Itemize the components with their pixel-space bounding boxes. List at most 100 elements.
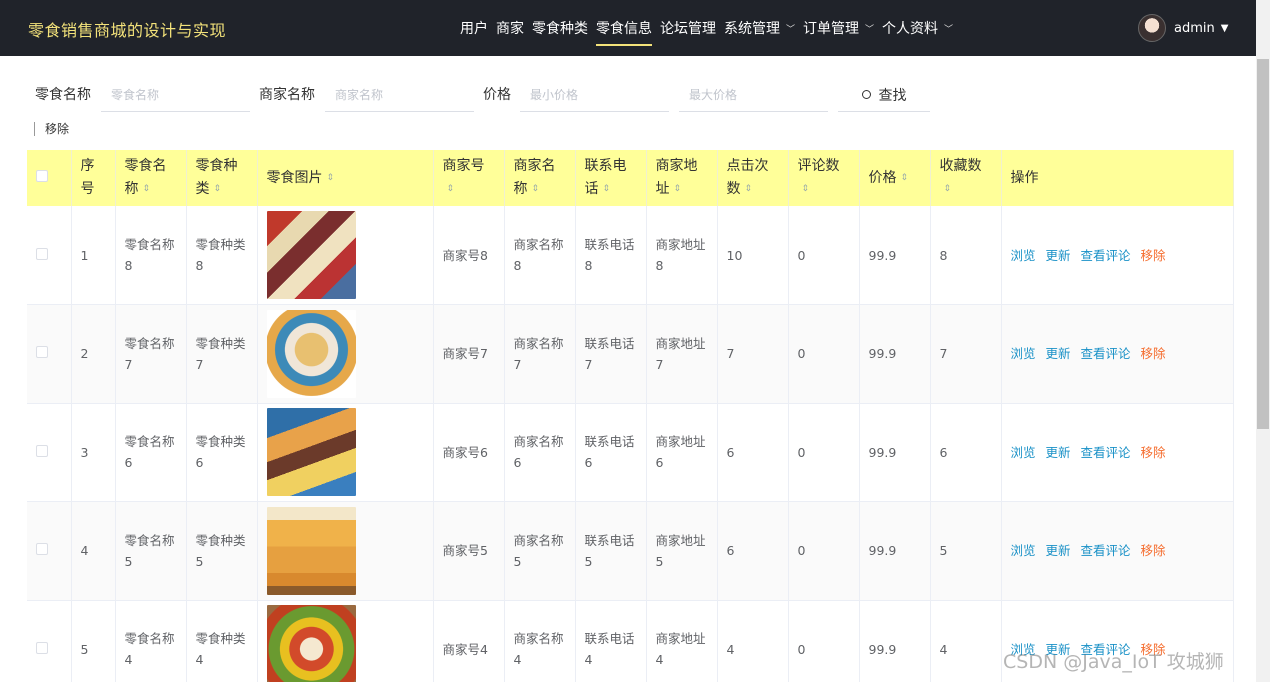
- top-navbar: 零食销售商城的设计与实现 用户 商家 零食种类 零食信息 论坛管理 系统管理 ﹀ …: [0, 0, 1256, 56]
- sort-icon[interactable]: ⇕: [745, 185, 753, 194]
- col-label: 评论数: [797, 158, 840, 174]
- nav-snack-types[interactable]: 零食种类: [528, 0, 592, 56]
- sort-icon[interactable]: ⇕: [532, 185, 540, 194]
- cell-snack-type: 零食种类7: [186, 304, 258, 404]
- update-button[interactable]: 更新: [1046, 543, 1071, 558]
- row-checkbox[interactable]: [36, 346, 48, 359]
- cell-index: 5: [71, 600, 116, 682]
- cell-snack-image: [257, 501, 434, 601]
- merchant-name-input[interactable]: [325, 78, 474, 112]
- update-button[interactable]: 更新: [1046, 445, 1071, 460]
- sort-icon[interactable]: ⇕: [802, 185, 810, 194]
- cell-clicks: 6: [717, 501, 789, 601]
- update-button[interactable]: 更新: [1046, 248, 1071, 263]
- cell-favorites: 5: [930, 501, 1002, 601]
- cell-snack-type: 零食种类8: [186, 206, 258, 305]
- cell-phone: 联系电话7: [575, 304, 647, 404]
- nav-profile[interactable]: 个人资料 ﹀: [878, 0, 957, 56]
- view-comments-button[interactable]: 查看评论: [1081, 445, 1131, 460]
- view-button[interactable]: 浏览: [1011, 543, 1036, 558]
- snack-image[interactable]: [266, 408, 356, 497]
- cell-phone: 联系电话8: [575, 206, 647, 305]
- page-scrollbar-thumb[interactable]: [1257, 59, 1269, 429]
- nav-snack-info[interactable]: 零食信息: [592, 0, 656, 56]
- nav-forum[interactable]: 论坛管理: [656, 0, 720, 56]
- cell-clicks: 10: [717, 206, 789, 305]
- sort-icon[interactable]: ⇕: [901, 173, 909, 182]
- col-comments[interactable]: 评论数 ⇕: [788, 150, 860, 206]
- snack-image[interactable]: [266, 605, 356, 682]
- snack-name-input[interactable]: [101, 78, 250, 112]
- col-merchant-no[interactable]: 商家号 ⇕: [433, 150, 505, 206]
- snack-image[interactable]: [266, 211, 356, 299]
- batch-remove-button[interactable]: 移除: [34, 122, 69, 136]
- search-icon: [861, 90, 871, 99]
- cell-index: 3: [71, 403, 116, 502]
- nav-label: 论坛管理: [660, 21, 716, 37]
- nav-merchants[interactable]: 商家: [492, 0, 528, 56]
- row-checkbox[interactable]: [36, 247, 48, 260]
- sort-icon[interactable]: ⇕: [603, 185, 611, 194]
- snack-image[interactable]: [266, 506, 356, 595]
- nav-label: 个人资料: [882, 21, 939, 37]
- view-comments-button[interactable]: 查看评论: [1081, 346, 1131, 361]
- remove-button[interactable]: 移除: [1141, 543, 1166, 558]
- view-button[interactable]: 浏览: [1011, 445, 1036, 460]
- row-checkbox[interactable]: [36, 543, 48, 556]
- cell-snack-name: 零食名称8: [115, 206, 187, 305]
- view-comments-button[interactable]: 查看评论: [1081, 543, 1131, 558]
- view-button[interactable]: 浏览: [1011, 346, 1036, 361]
- cell-phone: 联系电话5: [575, 501, 647, 601]
- sort-icon[interactable]: ⇕: [143, 185, 151, 194]
- cell-price: 99.9: [859, 403, 931, 502]
- col-favorites[interactable]: 收藏数 ⇕: [930, 150, 1002, 206]
- cell-snack-type: 零食种类6: [186, 403, 258, 502]
- min-price-input[interactable]: [520, 78, 669, 112]
- cell-comments: 0: [788, 206, 860, 305]
- nav-users[interactable]: 用户: [456, 0, 492, 56]
- cell-merchant-no: 商家号7: [433, 304, 505, 404]
- view-comments-button[interactable]: 查看评论: [1081, 248, 1131, 263]
- cell-snack-name: 零食名称4: [115, 600, 187, 682]
- col-phone[interactable]: 联系电话 ⇕: [575, 150, 647, 206]
- nav-orders[interactable]: 订单管理 ﹀: [799, 0, 878, 56]
- cell-favorites: 6: [930, 403, 1002, 502]
- sort-icon[interactable]: ⇕: [214, 185, 222, 194]
- col-price[interactable]: 价格 ⇕: [859, 150, 931, 206]
- col-snack-name[interactable]: 零食名称 ⇕: [115, 150, 187, 206]
- col-label: 收藏数: [939, 158, 982, 174]
- user-menu[interactable]: admin ▼: [1138, 14, 1228, 42]
- col-snack-image[interactable]: 零食图片 ⇕: [257, 150, 434, 206]
- cell-favorites: 7: [930, 304, 1002, 404]
- cell-merchant-no: 商家号6: [433, 403, 505, 502]
- table-header-row: 序号 零食名称 ⇕ 零食种类 ⇕ 零食图片 ⇕ 商家号 ⇕ 商家名称 ⇕ 联系电话 ⇕ 商家…: [27, 150, 1234, 206]
- row-checkbox[interactable]: [36, 444, 48, 457]
- select-all-cell: [27, 150, 72, 206]
- sort-icon[interactable]: ⇕: [674, 185, 682, 194]
- cell-snack-image: [257, 403, 434, 502]
- cell-merchant-name: 商家名称4: [504, 600, 576, 682]
- cell-clicks: 6: [717, 403, 789, 502]
- sort-icon[interactable]: ⇕: [447, 185, 455, 194]
- row-select-cell: [27, 600, 72, 682]
- cell-snack-name: 零食名称6: [115, 403, 187, 502]
- col-merchant-name[interactable]: 商家名称 ⇕: [504, 150, 576, 206]
- col-clicks[interactable]: 点击次数 ⇕: [717, 150, 789, 206]
- search-button[interactable]: 查找: [838, 78, 930, 112]
- remove-button[interactable]: 移除: [1141, 445, 1166, 460]
- select-all-checkbox[interactable]: [36, 169, 48, 182]
- update-button[interactable]: 更新: [1046, 346, 1071, 361]
- cell-phone: 联系电话4: [575, 600, 647, 682]
- max-price-input[interactable]: [679, 78, 828, 112]
- sort-icon[interactable]: ⇕: [944, 185, 952, 194]
- remove-button[interactable]: 移除: [1141, 346, 1166, 361]
- view-button[interactable]: 浏览: [1011, 248, 1036, 263]
- sort-icon[interactable]: ⇕: [327, 173, 335, 182]
- row-checkbox[interactable]: [36, 641, 48, 654]
- cell-phone: 联系电话6: [575, 403, 647, 502]
- nav-system[interactable]: 系统管理 ﹀: [720, 0, 799, 56]
- col-snack-type[interactable]: 零食种类 ⇕: [186, 150, 258, 206]
- snack-image[interactable]: [266, 309, 356, 398]
- col-address[interactable]: 商家地址 ⇕: [646, 150, 718, 206]
- remove-button[interactable]: 移除: [1141, 248, 1166, 263]
